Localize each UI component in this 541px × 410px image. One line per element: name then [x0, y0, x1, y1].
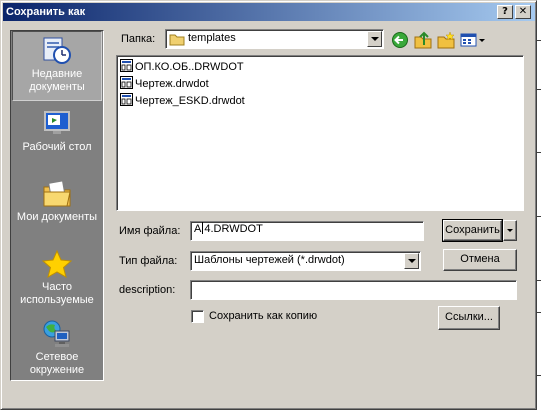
edge-tick — [537, 280, 541, 281]
network-icon — [43, 320, 70, 347]
edge-tick — [537, 152, 541, 153]
save-button-label: Сохранить — [445, 224, 500, 236]
edge-tick — [537, 89, 541, 90]
file-list[interactable]: ОП.КО.ОБ..DRWDOT Чертеж.drwdot Чертеж_ES… — [116, 55, 524, 211]
save-copy-label[interactable]: Сохранить как копию — [209, 310, 317, 323]
links-button[interactable]: Ссылки... — [438, 306, 500, 330]
place-desktop-label: Рабочий стол — [22, 141, 92, 153]
place-network-label-2: окружение — [29, 364, 85, 376]
folder-combo[interactable]: templates — [165, 29, 384, 49]
links-button-label: Ссылки... — [445, 311, 493, 323]
views-menu-icon[interactable] — [460, 31, 486, 49]
save-options-dropdown-button[interactable] — [503, 220, 517, 241]
recent-documents-icon — [43, 37, 71, 64]
filename-input[interactable]: A 4.DRWDOT — [190, 221, 424, 241]
new-folder-icon[interactable] — [436, 31, 456, 49]
place-recent-label-1: Недавние — [31, 68, 83, 80]
place-favorites-label-1: Часто — [42, 281, 72, 293]
title-bar[interactable]: Сохранить как ? ✕ — [3, 3, 535, 21]
filetype-select[interactable]: Шаблоны чертежей (*.drwdot) — [190, 251, 421, 271]
edge-tick — [537, 40, 541, 41]
close-button[interactable]: ✕ — [515, 5, 531, 19]
place-recent-documents[interactable]: Недавние документы — [12, 31, 102, 101]
file-name: Чертеж_ESKD.drwdot — [135, 95, 245, 107]
folder-dropdown-button[interactable] — [367, 31, 382, 47]
edge-tick — [537, 375, 541, 376]
file-name: Чертеж.drwdot — [135, 78, 209, 90]
save-button[interactable]: Сохранить — [442, 219, 503, 242]
list-item[interactable]: Чертеж.drwdot — [120, 76, 209, 92]
place-network-label-1: Сетевое — [35, 351, 79, 363]
save-copy-checkbox[interactable] — [191, 310, 204, 323]
favorites-star-icon — [41, 249, 73, 279]
list-item[interactable]: ОП.КО.ОБ..DRWDOT — [120, 59, 244, 75]
chevron-down-icon — [507, 229, 513, 232]
my-documents-icon — [43, 180, 71, 207]
drwdot-file-icon — [120, 76, 133, 89]
folder-icon — [169, 34, 185, 46]
places-bar: Недавние документы Рабочий стол Мои доку… — [10, 30, 104, 381]
place-recent-label-2: документы — [29, 81, 85, 93]
up-folder-icon[interactable] — [413, 31, 433, 49]
back-arrow-icon[interactable] — [390, 31, 410, 49]
edge-tick — [537, 312, 541, 313]
filetype-dropdown-button[interactable] — [404, 253, 419, 269]
place-my-documents-label: Мои документы — [16, 211, 98, 223]
filetype-label: Тип файла: — [119, 255, 178, 267]
help-button[interactable]: ? — [497, 5, 513, 19]
drwdot-file-icon — [120, 93, 133, 106]
list-item[interactable]: Чертеж_ESKD.drwdot — [120, 93, 245, 109]
filetype-value: Шаблоны чертежей (*.drwdot) — [194, 254, 345, 266]
filename-label: Имя файла: — [119, 225, 181, 237]
save-as-dialog: Сохранить как ? ✕ Недавние документы Раб… — [0, 0, 537, 410]
description-label: description: — [119, 284, 176, 296]
filename-value-end: 4.DRWDOT — [204, 223, 263, 235]
place-my-documents[interactable]: Мои документы — [12, 175, 102, 231]
folder-label: Папка: — [121, 33, 156, 45]
background-window-edge — [537, 0, 541, 410]
place-desktop[interactable]: Рабочий стол — [12, 105, 102, 163]
edge-tick — [537, 216, 541, 217]
dialog-title: Сохранить как — [6, 6, 86, 18]
cancel-button[interactable]: Отмена — [443, 249, 517, 271]
place-favorites-label-2: используемые — [20, 294, 94, 306]
cancel-button-label: Отмена — [460, 253, 500, 265]
description-input[interactable] — [190, 280, 517, 300]
filename-value-start: A — [194, 223, 202, 235]
drwdot-file-icon — [120, 59, 133, 72]
file-name: ОП.КО.ОБ..DRWDOT — [135, 61, 244, 73]
folder-value: templates — [188, 32, 236, 44]
desktop-icon — [44, 111, 70, 136]
place-favorites[interactable]: Часто используемые — [12, 245, 102, 313]
place-network[interactable]: Сетевое окружение — [12, 315, 102, 379]
